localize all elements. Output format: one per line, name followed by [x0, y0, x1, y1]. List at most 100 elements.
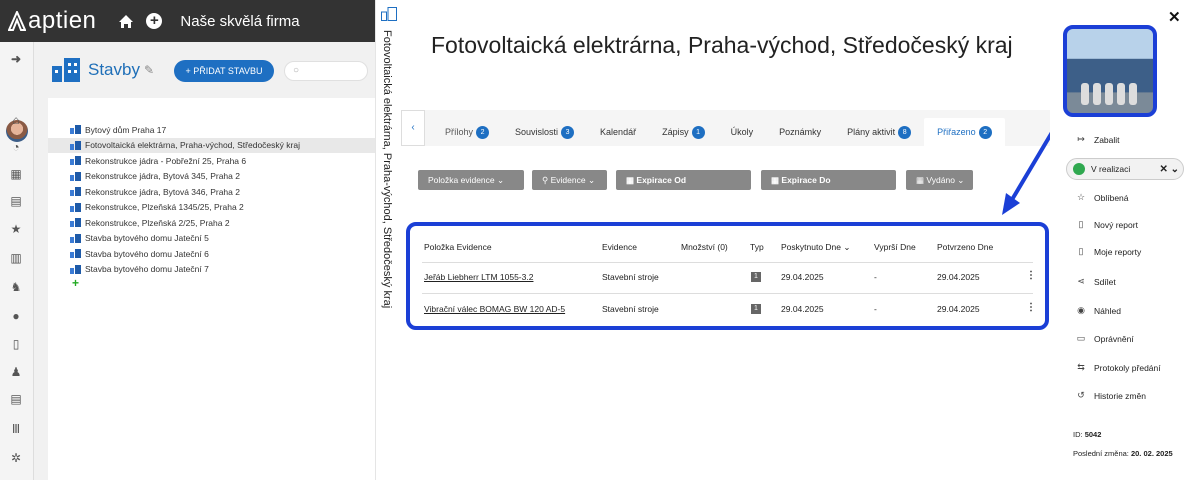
sidebar-item-label: Moje reporty	[1094, 246, 1142, 257]
tab-3[interactable]: Zápisy 1	[649, 118, 718, 146]
row-confirmed-date: 29.04.2025	[937, 272, 980, 282]
tab-5[interactable]: Poznámky	[766, 118, 834, 146]
tab-count-badge: 8	[898, 125, 912, 139]
row-item-link[interactable]: Vibrační válec BOMAG BW 120 AD-5	[424, 304, 565, 314]
pencil-icon[interactable]: ✎	[144, 63, 154, 77]
status-select[interactable]: V realizaci ✕ ⌄	[1066, 158, 1184, 180]
document-plus-icon: ▯	[1078, 219, 1084, 229]
column-header[interactable]: Vyprší Dne	[874, 242, 916, 252]
sidebar-item-label: Sdílet	[1094, 276, 1116, 287]
page-title: Fotovoltaická elektrárna, Praha-východ, …	[431, 32, 1013, 58]
column-header-sorted[interactable]: Poskytnuto Dne ⌄	[781, 242, 851, 253]
handover-icon: ⇆	[1077, 362, 1085, 372]
tree-item[interactable]: Rekonstrukce jádra - Pobřežní 25, Praha …	[48, 153, 375, 169]
tree-item[interactable]: Rekonstrukce jádra, Bytová 346, Praha 2	[48, 184, 375, 200]
sidebar-item-label: Náhled	[1094, 305, 1121, 316]
left-rail: ➜ ⌂ ◔ ▦ ▤ ★ ▥ ♞ ● ▯ ♟ ▤ Ⅲ ✲	[0, 42, 34, 480]
tree-add-icon[interactable]: +	[48, 277, 375, 289]
column-header[interactable]: Položka Evidence	[424, 242, 492, 252]
document-nav-icon[interactable]: ▥	[9, 251, 23, 265]
tab-bar: Přílohy 2 Souvislosti 3 Kalendář Zápisy 1 Úkoly…	[433, 118, 1005, 146]
collapse-button[interactable]: ↦ Zabalit	[1075, 134, 1119, 145]
home-nav-icon[interactable]: ⌂	[9, 113, 23, 127]
column-header[interactable]: Evidence	[602, 242, 637, 252]
sorted-header-label: Poskytnuto Dne	[781, 242, 842, 252]
tab-0[interactable]: Přílohy 2	[433, 118, 502, 146]
panel-header: Stavby ✎	[52, 58, 154, 82]
tab-label: Kalendář	[600, 127, 637, 137]
sidebar-item[interactable]: ⇆ Protokoly předání	[1075, 362, 1160, 373]
company-name[interactable]: Naše skvělá firma	[180, 13, 299, 30]
aptien-logo-icon	[8, 11, 26, 31]
history-icon: ↺	[1077, 390, 1085, 400]
tree-item[interactable]: Stavba bytového domu Jateční 6	[48, 246, 375, 262]
star-nav-icon[interactable]: ★	[9, 222, 23, 236]
calendar-icon[interactable]: ▦	[9, 167, 23, 181]
tab-2[interactable]: Kalendář	[587, 118, 649, 146]
row-menu-icon[interactable]: ⋮	[1026, 270, 1036, 281]
tree-item[interactable]: Rekonstrukce jádra, Bytová 345, Praha 2	[48, 169, 375, 185]
column-header[interactable]: Množství (0)	[681, 242, 728, 252]
column-header[interactable]: Potvrzeno Dne	[937, 242, 993, 252]
sidebar-item[interactable]: ▯ Moje reporty	[1075, 246, 1142, 257]
books-icon[interactable]: Ⅲ	[9, 422, 23, 436]
tree-item[interactable]: Bytový dům Praha 17	[48, 122, 375, 138]
clipboard-icon[interactable]: ▤	[9, 194, 23, 208]
sidebar-item[interactable]: ⋖ Sdílet	[1075, 276, 1116, 287]
dog-icon[interactable]: ♞	[9, 280, 23, 294]
row-menu-icon[interactable]: ⋮	[1026, 302, 1036, 313]
filter-evidence[interactable]: ⚲ Evidence ⌄	[532, 170, 607, 190]
bell-icon[interactable]: ◔	[9, 140, 23, 154]
check-badge-icon[interactable]: ●	[9, 309, 23, 323]
sidebar-item[interactable]: ▯ Nový report	[1075, 219, 1138, 230]
tree-item[interactable]: Rekonstrukce, Plzeňská 1345/25, Praha 2	[48, 200, 375, 216]
row-item-link[interactable]: Jeřáb Liebherr LTM 1055-3.2	[424, 272, 533, 282]
user-icon[interactable]: ♟	[9, 365, 23, 379]
filter-item-evidence[interactable]: Položka evidence ⌄	[418, 170, 524, 190]
add-building-button[interactable]: + PŘIDAT STAVBU	[174, 60, 274, 82]
sidebar-item[interactable]: ☆ Oblíbená	[1075, 192, 1129, 203]
filter-issued[interactable]: ▦ Vydáno ⌄	[906, 170, 973, 190]
column-header[interactable]: Typ	[750, 242, 764, 252]
filter-exp-to-label: Expirace Do	[781, 175, 831, 185]
detail-main: Fotovoltaická elektrárna, Praha-východ, …	[401, 0, 1050, 480]
sidebar-item[interactable]: ◉ Náhled	[1075, 305, 1121, 316]
close-icon[interactable]: ✕	[1168, 8, 1181, 26]
tree-item-label: Stavba bytového domu Jateční 5	[85, 233, 209, 244]
photo-person	[1117, 83, 1125, 105]
add-circle-icon[interactable]: +	[146, 13, 163, 29]
status-label: V realizaci	[1091, 164, 1131, 174]
search-icon: ○	[293, 65, 300, 76]
search-input[interactable]: ○	[284, 61, 368, 81]
clear-status-icon[interactable]: ✕ ⌄	[1159, 164, 1179, 175]
tab-4[interactable]: Úkoly	[718, 118, 767, 146]
filter-expiration-from[interactable]: ▦ Expirace Od	[616, 170, 751, 190]
tabs-prev-button[interactable]: ‹	[401, 110, 425, 146]
tab-7[interactable]: Přiřazeno 2	[924, 118, 1005, 146]
home-icon[interactable]	[118, 14, 134, 29]
sidebar-item[interactable]: ▭ Oprávnění	[1075, 333, 1134, 344]
project-photo[interactable]	[1063, 25, 1157, 117]
chevron-down-icon: ⌄	[587, 175, 596, 185]
sidebar-item[interactable]: ↺ Historie změn	[1075, 390, 1146, 401]
expand-arrow-icon[interactable]: ➜	[9, 52, 23, 66]
tab-1[interactable]: Souvislosti 3	[502, 118, 587, 146]
tab-6[interactable]: Plány aktivit 8	[834, 118, 924, 146]
aptien-logo[interactable]: aptien	[8, 7, 96, 35]
tree-item[interactable]: Stavba bytového domu Jateční 7	[48, 262, 375, 278]
assigned-items-table: Položka Evidence Evidence Množství (0) T…	[406, 222, 1049, 330]
filter-issued-label: Vydáno	[926, 175, 955, 185]
calendar-icon: ▦	[626, 175, 635, 185]
file-icon[interactable]: ▯	[9, 337, 23, 351]
tree-item[interactable]: Stavba bytového domu Jateční 5	[48, 231, 375, 247]
list-icon[interactable]: ▤	[9, 392, 23, 406]
chevron-down-icon: ⌄	[497, 175, 505, 185]
tree-item[interactable]: Fotovoltaická elektrárna, Praha-východ, …	[48, 137, 375, 153]
vertical-title: Fotovoltaická elektrárna, Praha-východ, …	[381, 30, 393, 309]
building-icon	[70, 264, 81, 274]
filter-expiration-to[interactable]: ▦ Expirace Do	[761, 170, 896, 190]
network-icon[interactable]: ✲	[9, 451, 23, 465]
share-icon: ⋖	[1077, 276, 1085, 286]
search-icon: ⚲	[542, 175, 549, 185]
tree-item[interactable]: Rekonstrukce, Plzeňská 2/25, Praha 2	[48, 215, 375, 231]
